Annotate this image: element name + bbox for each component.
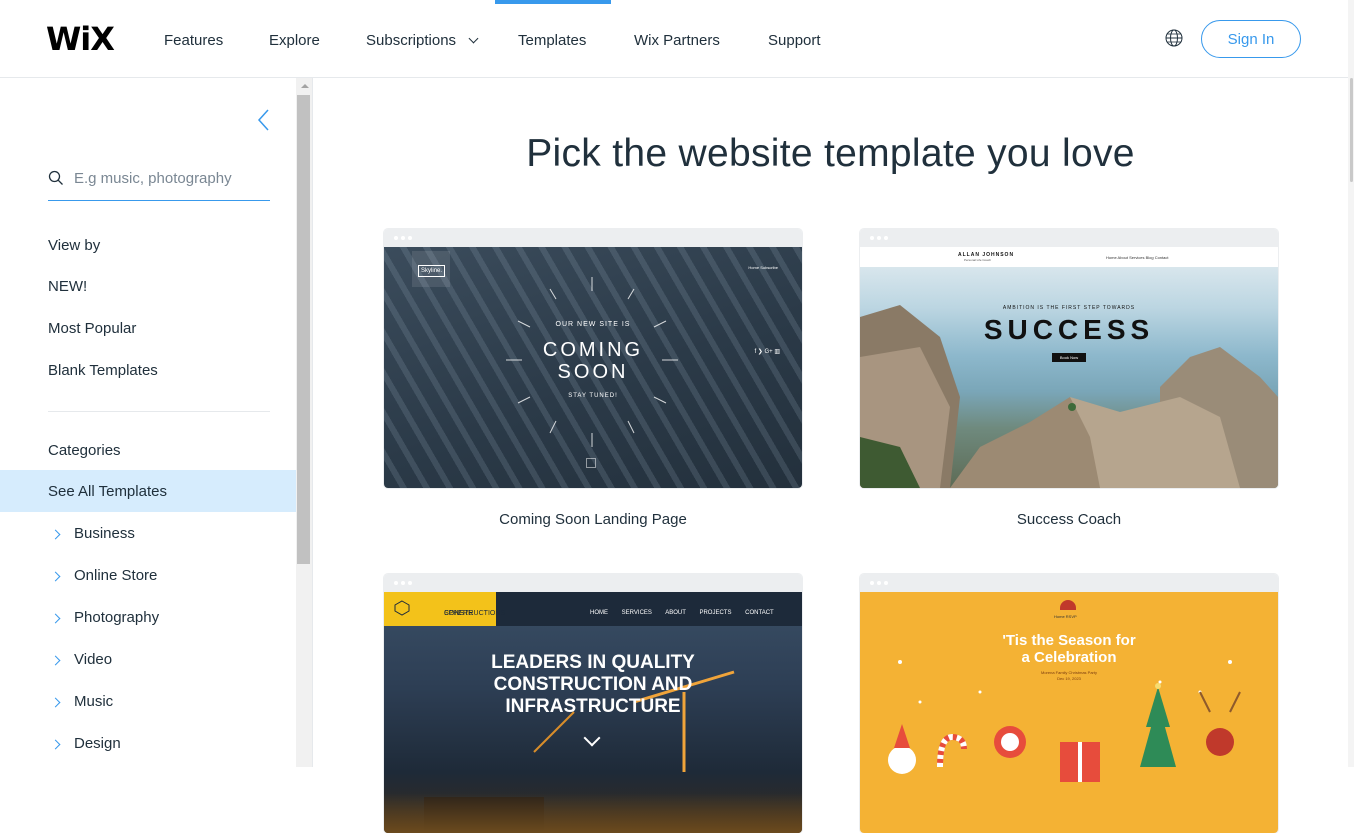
preview-pre-heading: OUR NEW SITE IS xyxy=(555,321,631,328)
chevron-right-icon xyxy=(50,613,61,624)
nav-subscriptions-label: Subscriptions xyxy=(366,32,457,49)
browser-bar xyxy=(384,574,802,592)
chevron-right-icon xyxy=(50,697,61,708)
template-search xyxy=(48,164,270,201)
chevron-right-icon xyxy=(50,655,61,666)
nav-features-label: Features xyxy=(164,32,224,49)
category-label: Online Store xyxy=(74,567,158,584)
template-name[interactable]: Success Coach xyxy=(860,511,1278,528)
preview-social-icons: f ❯ G+ ▥ xyxy=(754,349,780,355)
collapse-sidebar-icon[interactable] xyxy=(256,108,272,132)
categories-heading: Categories xyxy=(48,442,121,459)
nav-wix-partners[interactable]: Wix Partners xyxy=(634,32,720,49)
nav-templates[interactable]: Templates xyxy=(518,32,586,49)
search-icon xyxy=(48,170,63,185)
category-label: Video xyxy=(74,651,113,668)
preview-mountains xyxy=(860,305,1278,488)
filter-sidebar: View by NEW! Most Popular Blank Template… xyxy=(0,78,296,767)
preview-subtitle: STAY TUNED! xyxy=(568,393,618,399)
preview-city-lights xyxy=(384,793,802,833)
category-label: Business xyxy=(74,525,135,542)
browser-bar xyxy=(860,574,1278,592)
template-preview-image: Home RSVP 'Tis the Season for a Celebrati… xyxy=(860,592,1278,833)
browser-bar xyxy=(860,229,1278,247)
category-label: Music xyxy=(74,693,114,710)
template-card-christmas-party[interactable]: Home RSVP 'Tis the Season for a Celebrati… xyxy=(860,574,1278,833)
nav-explore[interactable]: Explore xyxy=(269,32,320,49)
view-by-heading: View by xyxy=(48,237,101,254)
top-header: WiX Features Explore Subscriptions Templ… xyxy=(0,0,1354,78)
preview-title-line: SOON xyxy=(557,361,629,383)
chevron-right-icon xyxy=(50,739,61,750)
preview-nav: Home About Services Blog Contact xyxy=(1106,255,1169,260)
active-nav-indicator xyxy=(495,0,611,4)
template-card-success-coach[interactable]: ALLAN JOHNSON Personal Life Coach Home A… xyxy=(860,229,1278,488)
preview-title-line: LEADERS IN QUALITY xyxy=(491,652,695,673)
nav-templates-label: Templates xyxy=(518,32,587,49)
view-by-most-popular[interactable]: Most Popular xyxy=(48,320,136,337)
page-scrollbar-thumb[interactable] xyxy=(1350,78,1353,182)
sidebar-scrollbar-thumb[interactable] xyxy=(297,95,310,564)
sidebar-scrollbar[interactable] xyxy=(296,78,313,767)
preview-title: COMING SOON xyxy=(384,339,802,383)
globe-icon[interactable] xyxy=(1164,28,1184,48)
nav-features[interactable]: Features xyxy=(164,32,223,49)
nav-support[interactable]: Support xyxy=(768,32,821,49)
category-label: Photography xyxy=(74,609,160,626)
category-see-all-label[interactable]: See All Templates xyxy=(48,483,167,500)
preview-title: LEADERS IN QUALITY CONSTRUCTION AND INFRAS… xyxy=(384,652,802,718)
preview-brand-sub: Personal Life Coach xyxy=(964,258,992,262)
search-input[interactable] xyxy=(74,166,266,190)
template-name[interactable]: Coming Soon Landing Page xyxy=(384,511,802,528)
template-preview-image: SPHERE CONSTRUCTIONS HOME SERVICES ABOUT … xyxy=(384,592,802,833)
preview-christmas-illustration xyxy=(888,660,1241,782)
chevron-down-icon xyxy=(468,33,479,44)
nav-support-label: Support xyxy=(768,32,821,49)
template-card-coming-soon[interactable]: Skyline. Home Subscribe OUR NEW SITE IS … xyxy=(384,229,802,488)
view-by-blank-templates[interactable]: Blank Templates xyxy=(48,362,158,379)
preview-title-line: CONSTRUCTION AND xyxy=(493,674,693,695)
preview-book-button: Book Now xyxy=(1052,353,1086,362)
nav-subscriptions[interactable]: Subscriptions xyxy=(366,32,479,49)
browser-bar xyxy=(384,229,802,247)
sidebar-divider xyxy=(48,411,270,412)
preview-tagline: AMBITION IS THE FIRST STEP TOWARDS xyxy=(1002,305,1136,311)
chevron-right-icon xyxy=(50,529,61,540)
nav-explore-label: Explore xyxy=(269,32,320,49)
preview-title-line: COMING xyxy=(542,339,644,361)
wix-logo[interactable]: WiX xyxy=(46,20,115,58)
chevron-right-icon xyxy=(50,571,61,582)
template-card-sphere-constructions[interactable]: SPHERE CONSTRUCTIONS HOME SERVICES ABOUT … xyxy=(384,574,802,833)
nav-wix-partners-label: Wix Partners xyxy=(634,32,720,49)
view-by-new[interactable]: NEW! xyxy=(48,278,87,295)
template-preview-image: Skyline. Home Subscribe OUR NEW SITE IS … xyxy=(384,247,802,488)
preview-topbar: ALLAN JOHNSON Personal Life Coach Home A… xyxy=(860,247,1278,267)
page-scrollbar[interactable] xyxy=(1348,0,1354,767)
page-title: Pick the website template you love xyxy=(526,132,1135,175)
preview-down-icon xyxy=(586,458,596,468)
preview-title: SUCCESS xyxy=(983,314,1155,345)
template-preview-image: ALLAN JOHNSON Personal Life Coach Home A… xyxy=(860,247,1278,488)
category-label: Design xyxy=(74,735,121,752)
preview-title-line: INFRASTRUCTURE xyxy=(505,696,681,717)
scroll-up-arrow-icon[interactable] xyxy=(301,84,309,88)
sign-in-button[interactable]: Sign In xyxy=(1201,20,1301,58)
